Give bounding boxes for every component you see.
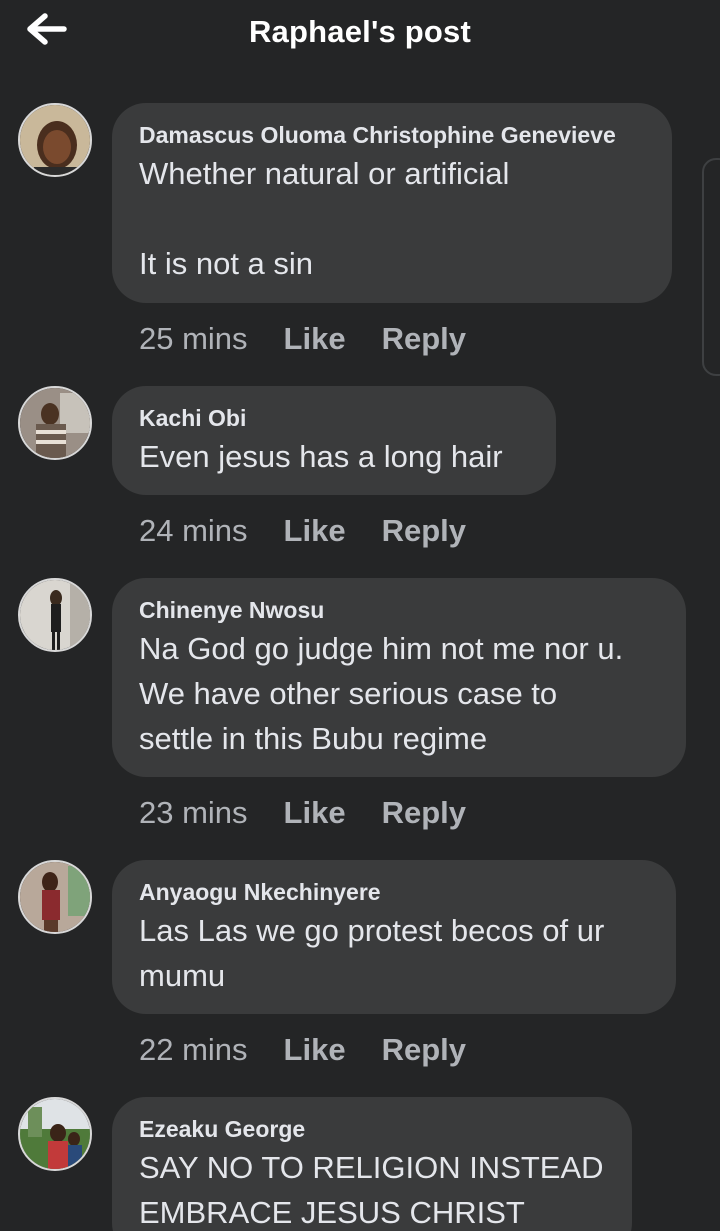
comment-text: Las Las we go protest becos of ur mumu: [139, 913, 605, 993]
page-title: Raphael's post: [248, 14, 472, 49]
avatar-photo: [20, 388, 90, 458]
comment-actions: 22 mins Like Reply: [139, 1032, 466, 1068]
comment-actions: 24 mins Like Reply: [139, 513, 466, 549]
reply-button[interactable]: Reply: [382, 795, 466, 830]
scroll-handle[interactable]: [702, 158, 720, 376]
comment-actions: 25 mins Like Reply: [139, 321, 466, 357]
comment-time[interactable]: 23 mins: [139, 795, 248, 830]
avatar[interactable]: [18, 386, 92, 460]
comment-bubble: Chinenye Nwosu Na God go judge him not m…: [112, 578, 686, 777]
comment-author[interactable]: Ezeaku George: [139, 1115, 606, 1143]
top-bar: Raphael's post: [0, 0, 720, 66]
comment-text: Na God go judge him not me nor u. We hav…: [139, 631, 624, 756]
comment-time[interactable]: 25 mins: [139, 321, 248, 356]
reply-button[interactable]: Reply: [382, 321, 466, 356]
comment-time[interactable]: 22 mins: [139, 1032, 248, 1067]
comment-text: Whether natural or artificial It is not …: [139, 156, 510, 281]
avatar-photo: [20, 580, 90, 650]
like-button[interactable]: Like: [284, 513, 346, 548]
reply-button[interactable]: Reply: [382, 1032, 466, 1067]
avatar-photo: [20, 862, 90, 932]
comment-bubble: Anyaogu Nkechinyere Las Las we go protes…: [112, 860, 676, 1014]
avatar[interactable]: [18, 860, 92, 934]
avatar[interactable]: [18, 103, 92, 177]
comments-page: Raphael's post Damascus Oluoma Christoph…: [0, 0, 720, 1231]
comment-author[interactable]: Kachi Obi: [139, 404, 530, 432]
avatar[interactable]: [18, 578, 92, 652]
avatar[interactable]: [18, 1097, 92, 1171]
avatar-photo: [20, 105, 90, 175]
comment-author[interactable]: Damascus Oluoma Christophine Genevieve: [139, 121, 646, 149]
like-button[interactable]: Like: [284, 795, 346, 830]
comment-author[interactable]: Anyaogu Nkechinyere: [139, 878, 650, 906]
like-button[interactable]: Like: [284, 321, 346, 356]
comment-time[interactable]: 24 mins: [139, 513, 248, 548]
comment-bubble: Kachi Obi Even jesus has a long hair: [112, 386, 556, 495]
comment-bubble: Ezeaku George SAY NO TO RELIGION INSTEAD…: [112, 1097, 632, 1231]
avatar-photo: [20, 1099, 90, 1169]
reply-button[interactable]: Reply: [382, 513, 466, 548]
comment-actions: 23 mins Like Reply: [139, 795, 466, 831]
comment-author[interactable]: Chinenye Nwosu: [139, 596, 660, 624]
like-button[interactable]: Like: [284, 1032, 346, 1067]
comment-bubble: Damascus Oluoma Christophine Genevieve W…: [112, 103, 672, 303]
comment-text: Even jesus has a long hair: [139, 439, 503, 474]
comment-text: SAY NO TO RELIGION INSTEAD EMBRACE JESUS…: [139, 1150, 604, 1230]
